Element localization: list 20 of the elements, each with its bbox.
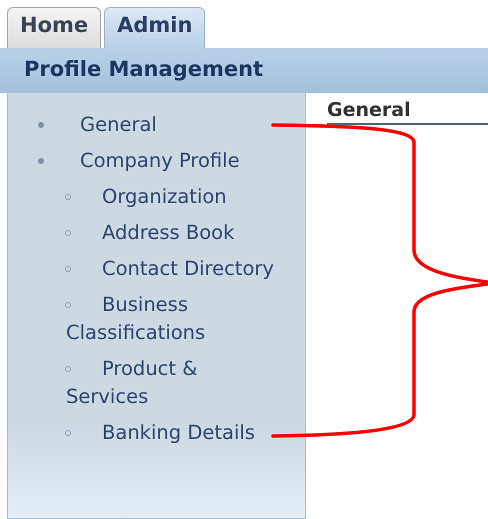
section-heading: General xyxy=(327,97,488,125)
section-title: Profile Management xyxy=(24,57,264,81)
sidebar-link[interactable]: Banking Details xyxy=(66,419,275,447)
bullet-icon xyxy=(38,158,44,164)
bullet-icon xyxy=(38,122,44,128)
bullet-icon xyxy=(65,430,71,436)
bullet-icon xyxy=(65,230,71,236)
sidebar-link[interactable]: Contact Directory xyxy=(66,255,275,283)
sidebar-link[interactable]: Product & Services xyxy=(66,355,275,411)
tab[interactable]: Home xyxy=(7,7,102,48)
sidebar-link[interactable]: Address Book xyxy=(66,219,275,247)
bullet-icon xyxy=(65,194,71,200)
sidebar-link[interactable]: Business Classifications xyxy=(66,291,275,347)
bullet-icon xyxy=(65,302,71,308)
sidebar-link[interactable]: Company Profile xyxy=(44,147,305,175)
tab[interactable]: Admin xyxy=(104,7,206,48)
bullet-icon xyxy=(65,266,71,272)
sidebar-link[interactable]: Organization xyxy=(66,183,275,211)
bullet-icon xyxy=(65,366,71,372)
sidebar-link[interactable]: General xyxy=(44,111,305,139)
